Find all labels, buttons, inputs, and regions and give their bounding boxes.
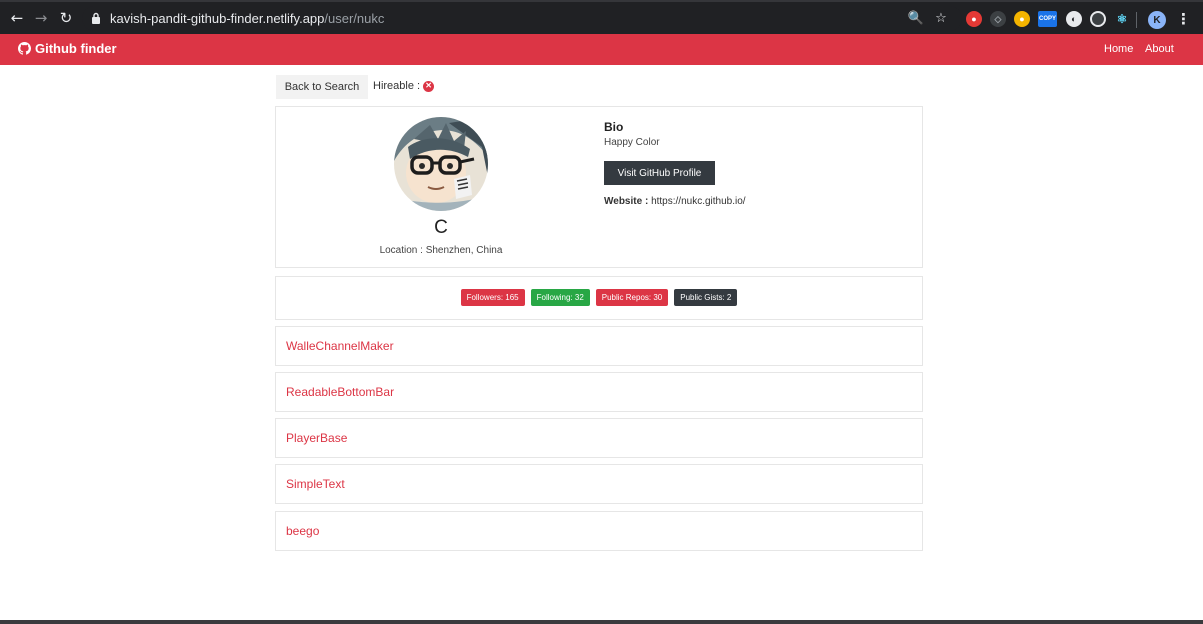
repo-link[interactable]: WalleChannelMaker <box>286 339 394 353</box>
stats-badges: Followers: 165 Following: 32 Public Repo… <box>276 289 922 306</box>
public-repos-badge: Public Repos: 30 <box>595 289 669 306</box>
forward-arrow-icon[interactable]: → <box>31 8 51 28</box>
repo-link[interactable]: ReadableBottomBar <box>286 385 394 399</box>
back-arrow-icon[interactable]: ← <box>7 8 27 28</box>
repo-item: ReadableBottomBar <box>275 372 923 412</box>
stats-card: Followers: 165 Following: 32 Public Repo… <box>275 276 923 320</box>
nav-home-link[interactable]: Home <box>1104 43 1133 55</box>
brand[interactable]: Github finder <box>18 41 117 56</box>
repo-link[interactable]: PlayerBase <box>286 431 347 445</box>
repo-item: PlayerBase <box>275 418 923 458</box>
following-badge: Following: 32 <box>530 289 590 306</box>
url-host: kavish-pandit-github-finder.netlify.app <box>110 11 325 26</box>
github-icon <box>18 42 31 55</box>
toolbar-divider <box>1136 12 1137 28</box>
zoom-icon[interactable]: 🔍 <box>908 10 924 26</box>
url-path: /user/nukc <box>324 11 385 26</box>
extension-circle-icon[interactable]: ◐ <box>1066 11 1082 27</box>
public-gists-badge: Public Gists: 2 <box>674 289 738 306</box>
user-name: C <box>434 217 448 238</box>
avatar <box>394 117 488 211</box>
repo-item: WalleChannelMaker <box>275 326 923 366</box>
extension-coin-icon[interactable]: ● <box>1014 11 1030 27</box>
repo-link[interactable]: SimpleText <box>286 477 345 491</box>
lock-icon <box>92 12 100 24</box>
bio-heading: Bio <box>604 120 624 134</box>
times-circle-icon: ✕ <box>423 80 435 92</box>
avatar-image <box>394 117 488 211</box>
nav-about-link[interactable]: About <box>1145 43 1174 55</box>
bookmark-star-icon[interactable]: ☆ <box>933 10 949 26</box>
browser-toolbar: ← → ↻ kavish-pandit-github-finder.netlif… <box>0 0 1203 34</box>
hireable-label: Hireable : <box>373 80 421 92</box>
url-text: kavish-pandit-github-finder.netlify.app/… <box>110 11 384 26</box>
user-location: Location : Shenzhen, China <box>379 245 503 256</box>
menu-kebab-icon[interactable]: ⋮ <box>1176 10 1191 28</box>
repo-item: SimpleText <box>275 464 923 504</box>
repo-link[interactable]: beego <box>286 524 319 538</box>
back-to-search-button[interactable]: Back to Search <box>276 75 368 99</box>
repo-item: beego <box>275 511 923 551</box>
app-navbar: Github finder Home About <box>0 34 1203 65</box>
followers-badge: Followers: 165 <box>460 289 525 306</box>
extension-shield-icon[interactable]: ● <box>966 11 982 27</box>
extension-target-icon[interactable] <box>1090 11 1106 27</box>
extension-ghost-icon[interactable]: ◇ <box>990 11 1006 27</box>
taskbar-edge <box>0 620 1203 624</box>
hireable-status: Hireable : ✕ <box>373 80 435 92</box>
address-bar[interactable]: kavish-pandit-github-finder.netlify.app/… <box>82 6 962 31</box>
website-url[interactable]: https://nukc.github.io/ <box>651 196 746 207</box>
react-devtools-icon[interactable]: ⚛ <box>1114 11 1130 27</box>
website-info: Website : https://nukc.github.io/ <box>604 196 746 207</box>
reload-icon[interactable]: ↻ <box>56 8 76 28</box>
extension-copy-icon[interactable]: COPY <box>1038 11 1057 27</box>
profile-card: C Location : Shenzhen, China Bio Happy C… <box>275 106 923 268</box>
brand-text: Github finder <box>35 41 117 56</box>
profile-avatar[interactable]: K <box>1148 11 1166 29</box>
website-label: Website : <box>604 196 649 207</box>
visit-github-profile-button[interactable]: Visit GitHub Profile <box>604 161 715 185</box>
bio-text: Happy Color <box>604 137 660 148</box>
